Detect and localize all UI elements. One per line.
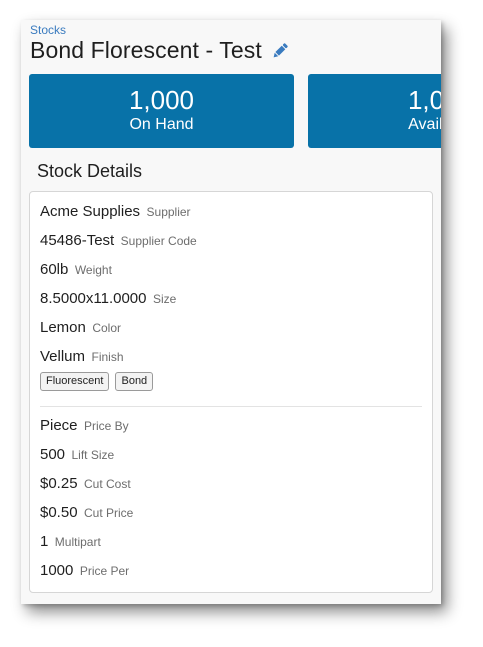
on-hand-label: On Hand <box>129 116 194 133</box>
detail-row-size: 8.5000x11.0000 Size <box>40 290 176 308</box>
on-hand-stat-card[interactable]: 1,000 On Hand <box>29 74 294 148</box>
detail-label: Weight <box>74 263 112 277</box>
detail-label: Price Per <box>79 564 130 578</box>
detail-label: Lift Size <box>71 448 115 462</box>
stock-detail-panel: Stocks Bond Florescent - Test 1,000 On H… <box>21 20 441 604</box>
detail-label: Color <box>92 321 122 335</box>
detail-label: Cut Price <box>84 506 134 520</box>
detail-value: $0.50 <box>40 504 78 521</box>
detail-value: Lemon <box>40 319 86 336</box>
detail-label: Finish <box>91 350 124 364</box>
detail-row-supplier-code: 45486-Test Supplier Code <box>40 232 197 250</box>
available-value: 1,000 <box>407 85 441 115</box>
pencil-icon[interactable] <box>270 41 290 61</box>
detail-value: 1 <box>40 533 49 550</box>
available-stat-card[interactable]: 1,000 Available <box>308 74 441 148</box>
pricing-row-price-per: 1000 Price Per <box>40 562 129 580</box>
stock-details-card: Acme Supplies Supplier 45486-Test Suppli… <box>29 191 433 593</box>
detail-value: Acme Supplies <box>40 203 141 220</box>
detail-value: 500 <box>40 446 66 463</box>
pricing-row-lift-size: 500 Lift Size <box>40 446 114 464</box>
detail-row-weight: 60lb Weight <box>40 261 112 279</box>
detail-label: Size <box>152 292 177 306</box>
section-title-stock-details: Stock Details <box>37 161 143 181</box>
detail-value: 1000 <box>40 562 74 579</box>
pricing-row-price-by: Piece Price By <box>40 417 129 435</box>
detail-value: $0.25 <box>40 475 78 492</box>
tag-list: Fluorescent Bond <box>40 372 154 391</box>
detail-value: 8.5000x11.0000 <box>40 290 147 307</box>
pricing-row-multipart: 1 Multipart <box>40 533 101 551</box>
detail-label: Supplier Code <box>120 234 197 248</box>
breadcrumb-stocks[interactable]: Stocks <box>30 23 66 37</box>
detail-value: 45486-Test <box>40 232 115 249</box>
detail-label: Multipart <box>54 535 101 549</box>
page-title: Bond Florescent - Test <box>30 37 262 63</box>
detail-value: Vellum <box>40 348 86 365</box>
detail-row-supplier: Acme Supplies Supplier <box>40 203 191 221</box>
detail-value: Piece <box>40 417 78 434</box>
tag-fluorescent[interactable]: Fluorescent <box>40 372 110 391</box>
detail-label: Price By <box>83 419 129 433</box>
screenshot-canvas: Stocks Bond Florescent - Test 1,000 On H… <box>0 0 483 647</box>
detail-row-finish: Vellum Finish <box>40 348 124 366</box>
detail-label: Cut Cost <box>84 477 131 491</box>
divider <box>40 406 422 407</box>
title-row: Bond Florescent - Test <box>30 37 290 64</box>
detail-row-color: Lemon Color <box>40 319 121 337</box>
pricing-row-cut-price: $0.50 Cut Price <box>40 504 133 522</box>
available-label: Available <box>408 116 441 133</box>
on-hand-value: 1,000 <box>128 85 195 115</box>
detail-label: Supplier <box>146 205 191 219</box>
detail-value: 60lb <box>40 261 69 278</box>
pricing-row-cut-cost: $0.25 Cut Cost <box>40 475 131 493</box>
tag-bond[interactable]: Bond <box>115 372 154 391</box>
